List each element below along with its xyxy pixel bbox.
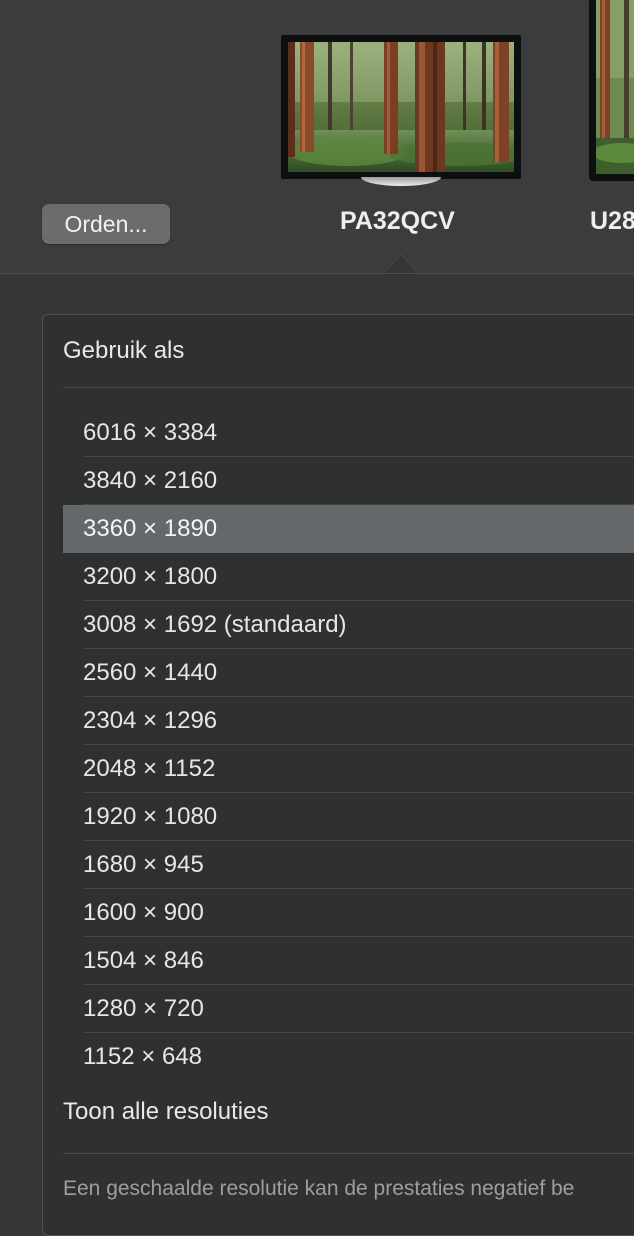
display-thumbnail-pa32qcv[interactable] [281,35,521,179]
resolution-option[interactable]: 2048 × 1152 [63,745,634,793]
resolution-option[interactable]: 1504 × 846 [63,937,634,985]
resolution-option-selected[interactable]: 3360 × 1890 [63,505,634,553]
display-name-u28[interactable]: U28 [590,207,634,236]
selection-pointer [383,255,419,273]
resolution-option[interactable]: 2560 × 1440 [63,649,634,697]
resolution-option[interactable]: 3200 × 1800 [63,553,634,601]
display-arrangement-area: Orden... PA32QCV U28 [0,0,634,274]
resolution-option[interactable]: 1152 × 648 [63,1033,634,1081]
display-thumbnail-u28[interactable] [589,0,634,181]
arrange-button[interactable]: Orden... [42,204,170,244]
resolution-option[interactable]: 6016 × 3384 [63,409,634,457]
resolution-option[interactable]: 1280 × 720 [63,985,634,1033]
resolution-option[interactable]: 1600 × 900 [63,889,634,937]
display-stand [361,177,441,186]
resolution-option-default[interactable]: 3008 × 1692 (standaard) [63,601,634,649]
forest-wallpaper-image [288,42,514,172]
resolution-option[interactable]: 2304 × 1296 [63,697,634,745]
divider [63,1153,634,1154]
forest-wallpaper-image-secondary [596,0,634,174]
display-name-pa32qcv[interactable]: PA32QCV [340,207,455,236]
resolution-option[interactable]: 3840 × 2160 [63,457,634,505]
show-all-resolutions-toggle[interactable]: Toon alle resoluties [63,1098,268,1126]
resolution-list: 6016 × 3384 3840 × 2160 3360 × 1890 3200… [63,409,634,1081]
resolution-option[interactable]: 1680 × 945 [63,841,634,889]
resolution-option[interactable]: 1920 × 1080 [63,793,634,841]
resolution-settings-panel: Gebruik als 6016 × 3384 3840 × 2160 3360… [42,314,634,1236]
divider [63,387,634,388]
use-as-label: Gebruik als [63,337,185,364]
scaled-resolution-warning: Een geschaalde resolutie kan de prestati… [63,1177,575,1200]
